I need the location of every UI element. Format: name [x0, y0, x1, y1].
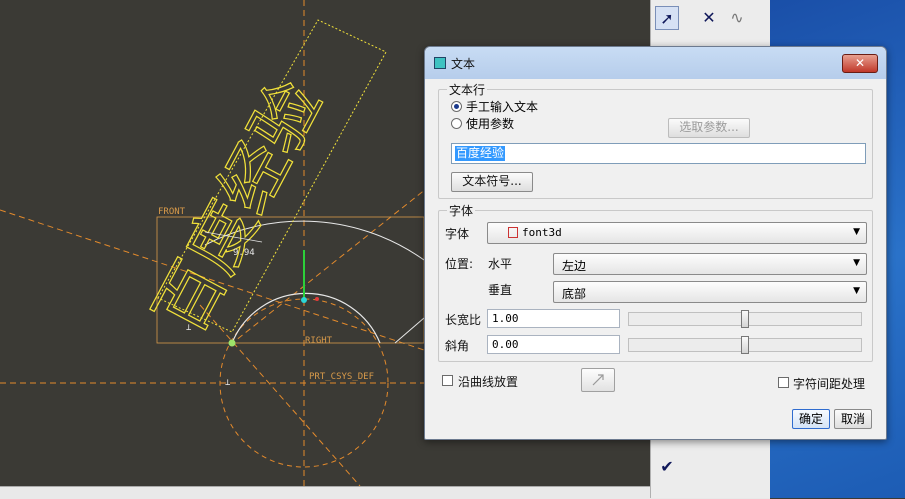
aspect-label: 长宽比 — [445, 313, 482, 327]
font-select[interactable]: font3d ▼ — [487, 222, 867, 244]
horizontal-select-value: 左边 — [562, 259, 587, 273]
font-label: 字体 — [445, 227, 470, 241]
cancel-button[interactable]: 取消 — [834, 409, 872, 429]
checkmark-icon[interactable]: ✔ — [655, 455, 679, 479]
font-group-title: 字体 — [447, 202, 476, 219]
vertical-select[interactable]: 底部 ▼ — [553, 281, 867, 303]
radio-selected-icon[interactable] — [451, 100, 462, 112]
text-input-value: 百度经验 — [455, 146, 506, 161]
char-spacing-label: 字符间距处理 — [793, 377, 866, 391]
dialog-title: 文本 — [451, 57, 476, 71]
flip-direction-button[interactable] — [581, 368, 615, 392]
char-spacing-checkbox[interactable] — [778, 377, 789, 388]
chevron-down-icon: ▼ — [853, 286, 860, 296]
font-group: 字体 字体 font3d ▼ 位置: 水平 左边 ▼ 垂直 底部 ▼ 长宽比 1… — [438, 202, 873, 362]
slant-angle-slider[interactable] — [628, 336, 862, 354]
radio-unselected-icon[interactable] — [451, 117, 462, 129]
slant-angle-field[interactable]: 0.00 — [487, 335, 620, 354]
text-line-group: 文本行 手工输入文本 使用参数 选取参数... 百度经验 文本符号... — [438, 81, 873, 199]
flip-arrow-icon — [592, 374, 604, 386]
font-file-icon — [508, 227, 518, 238]
vertical-label: 垂直 — [488, 283, 513, 297]
perpendicular-marker: ⊥ — [225, 378, 231, 388]
along-curve-label: 沿曲线放置 — [458, 375, 519, 389]
font-select-value: font3d — [522, 226, 562, 239]
perpendicular-marker: ⊥ — [186, 323, 192, 333]
text-input[interactable]: 百度经验 — [451, 143, 866, 164]
manual-input-option[interactable]: 手工输入文本 — [451, 98, 538, 114]
dialog-titlebar[interactable]: 文本 ✕ — [425, 47, 886, 79]
position-label: 位置: — [445, 257, 474, 271]
front-datum-label: FRONT — [158, 207, 186, 217]
close-button[interactable]: ✕ — [842, 54, 878, 73]
dimension-value[interactable]: 9.94 — [233, 248, 255, 258]
horizontal-label: 水平 — [488, 257, 513, 271]
text-line-group-title: 文本行 — [447, 81, 488, 98]
csys-label: PRT_CSYS_DEF — [309, 372, 375, 382]
slant-label: 斜角 — [445, 339, 470, 353]
slant-slider-thumb[interactable] — [741, 336, 749, 354]
cross-icon[interactable]: ✕ — [697, 6, 721, 30]
arrow-select-icon[interactable]: ➚ — [655, 6, 679, 30]
dialog-app-icon — [434, 57, 446, 69]
horizontal-select[interactable]: 左边 ▼ — [553, 253, 867, 275]
select-param-button[interactable]: 选取参数... — [668, 118, 750, 138]
dialog-body: 文本行 手工输入文本 使用参数 选取参数... 百度经验 文本符号... 字体 … — [432, 79, 879, 432]
aspect-ratio-field[interactable]: 1.00 — [487, 309, 620, 328]
manual-input-label: 手工输入文本 — [466, 99, 539, 114]
aspect-slider-thumb[interactable] — [741, 310, 749, 328]
use-param-label: 使用参数 — [466, 116, 515, 131]
vertical-select-value: 底部 — [562, 287, 587, 301]
chevron-down-icon: ▼ — [853, 227, 860, 237]
right-datum-label: RIGHT — [305, 336, 333, 346]
use-param-option[interactable]: 使用参数 — [451, 115, 514, 131]
along-curve-checkbox[interactable] — [442, 375, 453, 386]
text-symbol-button[interactable]: 文本符号... — [451, 172, 533, 192]
ok-button[interactable]: 确定 — [792, 409, 830, 429]
chevron-down-icon: ▼ — [853, 258, 860, 268]
text-dialog: 文本 ✕ 文本行 手工输入文本 使用参数 选取参数... 百度经验 文本符号..… — [424, 46, 887, 440]
aspect-ratio-slider[interactable] — [628, 310, 862, 328]
curve-icon[interactable]: ∿ — [725, 6, 749, 30]
